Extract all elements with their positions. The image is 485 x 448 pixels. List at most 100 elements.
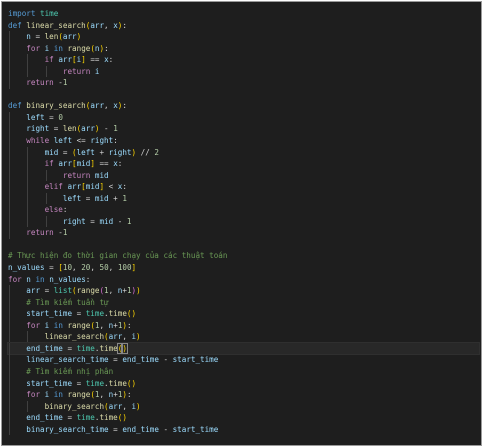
code-token: binary_search_time <box>26 424 109 434</box>
code-line[interactable]: binary_search(arr, i) <box>8 400 479 413</box>
code-line[interactable]: n = len(arr) <box>8 31 479 43</box>
code-line[interactable]: for n in n_values: <box>8 274 479 286</box>
code-token: len <box>44 32 59 42</box>
code-token: + <box>94 147 109 157</box>
code-token: = <box>49 124 63 134</box>
code-token: , <box>99 390 109 400</box>
code-token: = <box>58 147 73 157</box>
code-token: in <box>53 43 63 53</box>
indent-guide <box>9 308 10 320</box>
code-line[interactable]: linear_search(arr, i) <box>8 331 479 343</box>
code-token: - <box>158 355 173 365</box>
code-line[interactable]: binary_search_time = end_time - start_ti… <box>8 423 479 436</box>
code-line[interactable]: end_time = time.time() <box>8 412 479 424</box>
code-line[interactable]: return mid <box>8 169 479 182</box>
code-line[interactable]: return -1 <box>8 77 479 89</box>
code-line[interactable]: start_time = time.time() <box>8 308 479 320</box>
code-token: left <box>76 147 95 157</box>
code-token: for <box>26 43 41 53</box>
code-token: : <box>108 55 114 65</box>
code-token: = <box>108 355 123 365</box>
indent-guide <box>27 215 29 228</box>
code-token: : <box>104 43 109 53</box>
code-line[interactable]: for i in range(n): <box>8 42 479 55</box>
code-line[interactable]: import time <box>8 8 479 20</box>
code-line[interactable] <box>8 239 479 251</box>
code-token: mid <box>99 216 114 226</box>
code-token: right <box>108 147 132 157</box>
code-line[interactable]: linear_search_time = end_time - start_ti… <box>8 354 479 366</box>
indent-guide <box>9 204 10 216</box>
code-line[interactable]: arr = list(range(1, n+1)) <box>8 285 479 297</box>
code-line[interactable]: for i in range(1, n+1): <box>8 389 479 401</box>
code-line[interactable]: left = 0 <box>8 111 479 124</box>
code-line[interactable]: # Tìm kiếm tuần tự <box>8 296 479 309</box>
code-line[interactable]: n_values = [10, 20, 50, 100] <box>8 262 479 274</box>
indent-guide <box>9 65 10 78</box>
code-token: list <box>53 286 73 296</box>
code-token: for <box>26 320 41 330</box>
code-line[interactable]: if arr[i] == x: <box>8 54 479 66</box>
code-token: arr <box>108 401 123 411</box>
code-line[interactable]: for i in range(1, n+1): <box>8 319 479 332</box>
code-token: if <box>44 159 54 169</box>
code-line[interactable]: mid = (left + right) // 2 <box>8 146 479 159</box>
code-token: 1 <box>122 193 127 203</box>
code-line[interactable]: else: <box>8 204 479 216</box>
code-line[interactable]: while left <= right: <box>8 135 479 147</box>
indent-guide <box>9 227 10 239</box>
code-line[interactable]: # Thực hiện đo thời gian chạy của các th… <box>8 250 479 262</box>
indent-guide <box>9 342 10 355</box>
code-line[interactable]: def linear_search(arr, x): <box>8 20 479 32</box>
code-token: = <box>72 309 86 319</box>
code-token: 20 <box>81 263 91 273</box>
code-token: = <box>62 343 77 353</box>
code-token: <= <box>72 136 91 146</box>
code-token: len <box>62 124 77 134</box>
code-token: = <box>72 378 86 388</box>
indent-guide <box>9 285 10 297</box>
code-line[interactable]: if arr[mid] == x: <box>8 158 479 170</box>
code-token: time <box>85 378 105 388</box>
code-line[interactable]: left = mid + 1 <box>8 192 479 205</box>
code-token: = <box>44 112 59 122</box>
indent-guide <box>9 146 10 159</box>
code-line[interactable]: return -1 <box>8 227 479 239</box>
code-line[interactable]: elif arr[mid] < x: <box>8 181 479 193</box>
code-token: time <box>108 378 127 388</box>
code-line[interactable]: # Tìm kiếm nhị phân <box>8 365 479 378</box>
code-token: binary_search <box>26 101 86 111</box>
code-token: ) <box>136 332 141 342</box>
code-token: < <box>104 182 118 192</box>
code-line[interactable] <box>8 435 479 445</box>
code-token: 2 <box>154 147 159 157</box>
code-token: 0 <box>58 112 63 122</box>
code-line[interactable]: start_time = time.time() <box>8 377 479 390</box>
code-token: # Thực hiện đo thời gian chạy của các th… <box>8 251 228 261</box>
code-line[interactable]: right = mid - 1 <box>8 215 479 228</box>
code-line[interactable]: return i <box>8 65 479 78</box>
code-token: range <box>67 43 91 53</box>
indent-guide <box>9 158 10 170</box>
code-line[interactable]: right = len(arr) - 1 <box>8 123 479 136</box>
code-token: start_time <box>26 378 73 388</box>
code-token: binary_search <box>44 401 105 411</box>
code-token: = <box>40 286 54 296</box>
indent-guide <box>9 181 10 193</box>
code-token: : <box>122 101 127 111</box>
code-token: - <box>53 78 63 88</box>
code-line[interactable] <box>8 89 479 101</box>
indent-guide <box>27 331 29 343</box>
code-line[interactable]: def binary_search(arr, x): <box>8 100 479 112</box>
code-editor[interactable]: import time def linear_search(arr, x): n … <box>7 8 480 445</box>
code-token: in <box>53 390 63 400</box>
code-line[interactable]: end_time = time.time() <box>7 341 480 356</box>
code-token: arr <box>90 101 105 111</box>
code-token: = <box>81 193 95 203</box>
